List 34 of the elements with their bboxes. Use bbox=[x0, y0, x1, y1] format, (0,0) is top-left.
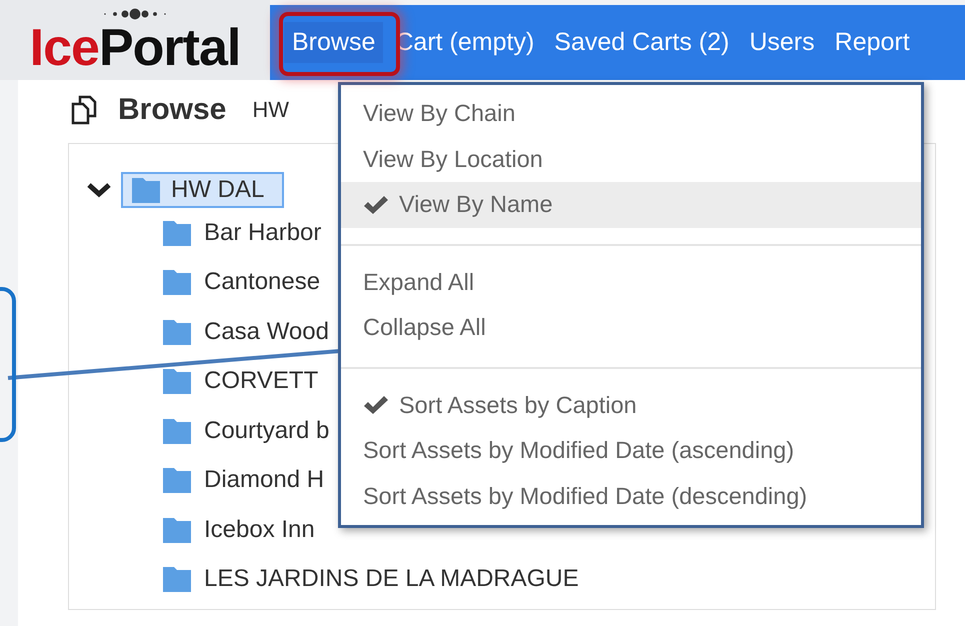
folder-icon bbox=[162, 218, 192, 247]
folder-icon bbox=[131, 176, 161, 204]
folder-icon bbox=[162, 516, 192, 544]
menu-item[interactable]: Collapse All bbox=[341, 305, 921, 350]
tree-item-label[interactable]: Icebox Inn bbox=[204, 516, 315, 544]
tree-item-label[interactable]: CORVETT bbox=[204, 367, 318, 396]
tree-item[interactable]: HW DAL bbox=[121, 172, 284, 208]
folder-icon bbox=[162, 318, 192, 346]
page-title: Browse bbox=[118, 93, 226, 127]
menu-item[interactable]: Expand All bbox=[341, 260, 921, 305]
folder-icon bbox=[162, 367, 192, 396]
tree-item-label[interactable]: Courtyard b bbox=[204, 416, 330, 445]
folder-icon bbox=[162, 565, 192, 594]
nav-tab[interactable]: Report bbox=[826, 22, 918, 63]
menu-item[interactable]: Sort Assets by Modified Date (ascending) bbox=[341, 428, 921, 474]
nav-tab[interactable]: Saved Carts (2) bbox=[546, 22, 738, 63]
chevron-down-icon[interactable] bbox=[87, 181, 111, 199]
tree-item-label[interactable]: LES JARDINS DE LA MADRAGUE bbox=[204, 565, 579, 594]
tree-item-label[interactable]: Diamond H bbox=[204, 466, 324, 494]
nav-tab[interactable]: Browse bbox=[284, 22, 384, 63]
breadcrumb[interactable]: HW bbox=[252, 97, 290, 123]
menu-item[interactable]: Sort Assets by Caption bbox=[341, 382, 921, 428]
folder-icon bbox=[162, 268, 192, 296]
tree-item-label[interactable]: Casa Wood bbox=[204, 318, 329, 346]
menu-item[interactable]: Sort Assets by Modified Date (descending) bbox=[341, 474, 921, 519]
folder-icon bbox=[162, 416, 192, 445]
tree-item-label[interactable]: Bar Harbor bbox=[204, 218, 322, 247]
menu-item[interactable]: View By Location bbox=[341, 136, 921, 182]
menu-item[interactable]: View By Chain bbox=[341, 91, 921, 136]
nav-tab[interactable]: Users bbox=[741, 22, 823, 63]
tree-item-label[interactable]: Cantonese bbox=[204, 268, 320, 296]
logo: IcePortal bbox=[30, 20, 240, 76]
menu-item[interactable]: View By Name bbox=[341, 182, 921, 228]
folder-icon bbox=[162, 466, 192, 494]
